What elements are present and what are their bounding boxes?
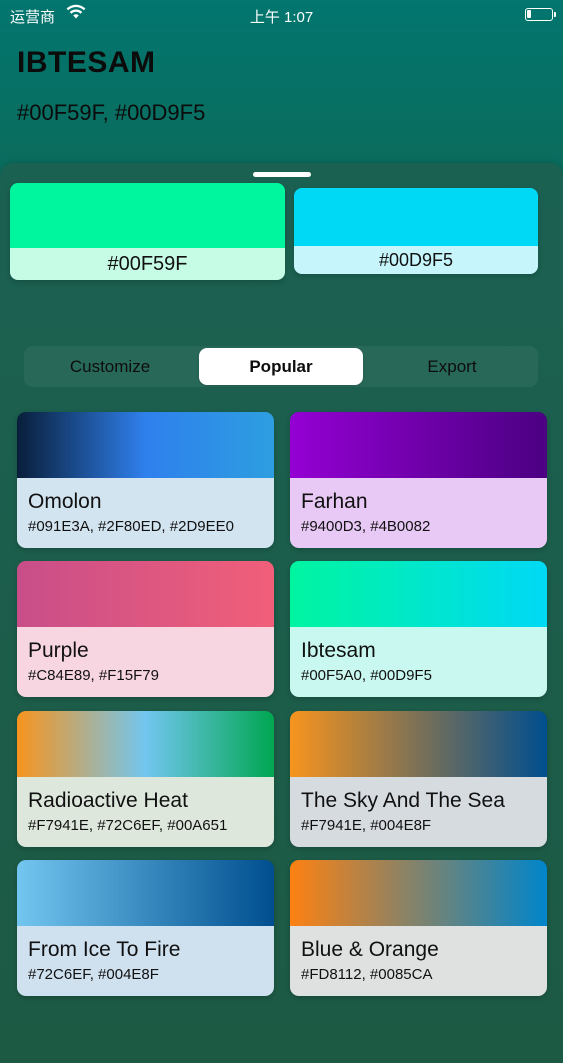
tab-export[interactable]: Export	[366, 346, 538, 387]
gradient-name: Farhan	[301, 490, 368, 513]
gradient-card-purple[interactable]: Purple #C84E89, #F15F79	[17, 561, 274, 697]
gradient-card-ice-to-fire[interactable]: From Ice To Fire #72C6EF, #004E8F	[17, 860, 274, 996]
gradient-info: Ibtesam #00F5A0, #00D9F5	[290, 627, 547, 697]
gradient-preview	[17, 412, 274, 478]
gradient-info: Omolon #091E3A, #2F80ED, #2D9EE0	[17, 478, 274, 548]
gradient-preview	[290, 860, 547, 926]
gradient-name: Omolon	[28, 490, 102, 513]
tab-customize[interactable]: Customize	[24, 346, 196, 387]
gradient-hex: #FD8112, #0085CA	[301, 966, 433, 983]
gradient-card-blue-orange[interactable]: Blue & Orange #FD8112, #0085CA	[290, 860, 547, 996]
color-swatch-1-hex: #00F59F	[10, 248, 285, 280]
gradient-hex: #F7941E, #72C6EF, #00A651	[28, 817, 228, 834]
gradient-name: The Sky And The Sea	[301, 789, 505, 812]
status-bar: 运营商 上午 1:07	[0, 0, 563, 30]
gradient-preview	[290, 412, 547, 478]
gradient-preview	[17, 711, 274, 777]
gradient-name: Purple	[28, 639, 89, 662]
gradient-card-omolon[interactable]: Omolon #091E3A, #2F80ED, #2D9EE0	[17, 412, 274, 548]
gradient-info: The Sky And The Sea #F7941E, #004E8F	[290, 777, 547, 847]
gradient-hex: #C84E89, #F15F79	[28, 667, 159, 684]
gradient-info: Farhan #9400D3, #4B0082	[290, 478, 547, 548]
gradient-hex: #F7941E, #004E8F	[301, 817, 432, 834]
sheet-grabber-handle[interactable]	[253, 172, 311, 177]
gradient-card-sky-and-sea[interactable]: The Sky And The Sea #F7941E, #004E8F	[290, 711, 547, 847]
gradient-preview	[290, 711, 547, 777]
gradient-name: Blue & Orange	[301, 938, 439, 961]
gradient-card-ibtesam[interactable]: Ibtesam #00F5A0, #00D9F5	[290, 561, 547, 697]
gradient-name: From Ice To Fire	[28, 938, 181, 961]
gradient-info: Radioactive Heat #F7941E, #72C6EF, #00A6…	[17, 777, 274, 847]
color-swatch-2-fill	[294, 188, 538, 246]
gradient-info: Purple #C84E89, #F15F79	[17, 627, 274, 697]
gradient-hex: #72C6EF, #004E8F	[28, 966, 159, 983]
gradient-name: Radioactive Heat	[28, 789, 188, 812]
gradient-preview	[290, 561, 547, 627]
gradient-hex: #9400D3, #4B0082	[301, 518, 431, 535]
gradient-name: Ibtesam	[301, 639, 376, 662]
color-swatch-2[interactable]: #00D9F5	[294, 188, 538, 274]
gradient-card-radioactive-heat[interactable]: Radioactive Heat #F7941E, #72C6EF, #00A6…	[17, 711, 274, 847]
gradient-hex: #00F5A0, #00D9F5	[301, 667, 432, 684]
color-swatch-2-hex: #00D9F5	[294, 246, 538, 274]
segmented-control: Customize Popular Export	[24, 346, 538, 387]
clock: 上午 1:07	[249, 9, 314, 26]
gradient-info: From Ice To Fire #72C6EF, #004E8F	[17, 926, 274, 996]
gradient-hex: #091E3A, #2F80ED, #2D9EE0	[28, 518, 234, 535]
color-swatch-1[interactable]: #00F59F	[10, 183, 285, 280]
color-swatch-1-fill	[10, 183, 285, 248]
page-title: IBTESAM	[17, 46, 156, 79]
gradient-info: Blue & Orange #FD8112, #0085CA	[290, 926, 547, 996]
gradient-preview	[17, 860, 274, 926]
battery-icon	[525, 8, 556, 21]
tab-popular[interactable]: Popular	[199, 348, 363, 385]
page-subtitle: #00F59F, #00D9F5	[17, 100, 206, 125]
gradient-card-farhan[interactable]: Farhan #9400D3, #4B0082	[290, 412, 547, 548]
gradient-preview	[17, 561, 274, 627]
